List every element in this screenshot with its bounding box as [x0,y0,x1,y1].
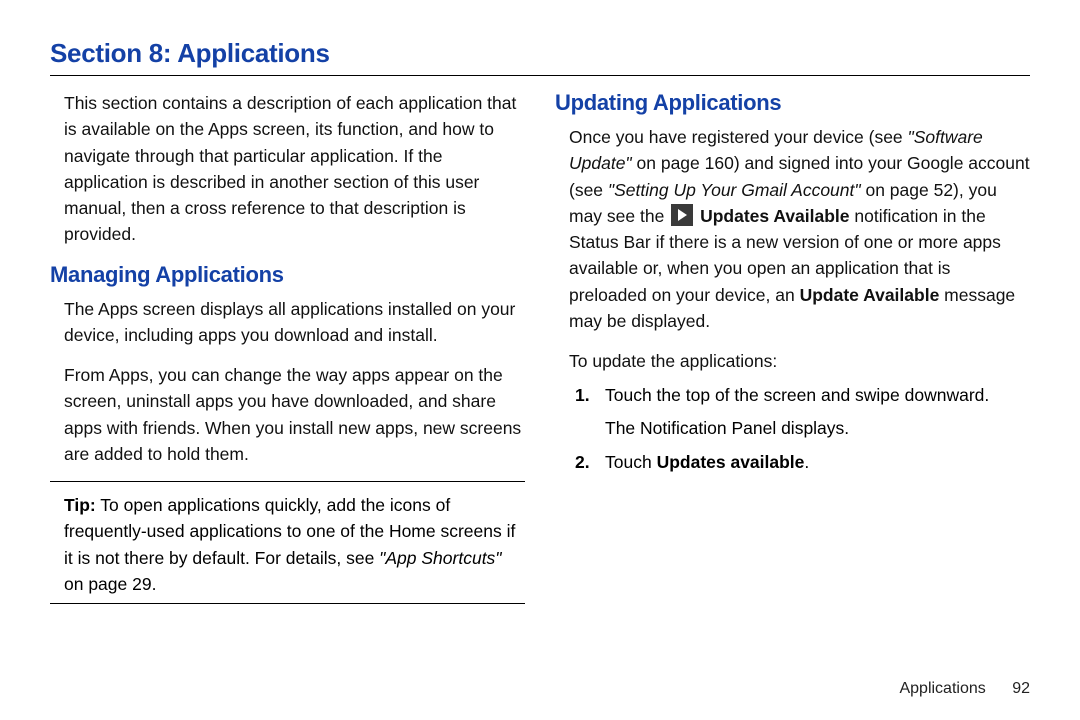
updating-p1-ref2: "Setting Up Your Gmail Account" [608,180,861,200]
updating-paragraph-1: Once you have registered your device (se… [555,124,1030,334]
tip-block: Tip: To open applications quickly, add t… [50,492,525,597]
section-title: Section 8: Applications [50,38,1030,69]
intro-paragraph: This section contains a description of e… [50,90,525,248]
page-footer: Applications 92 [899,680,1030,698]
two-column-layout: This section contains a description of e… [50,90,1030,614]
play-store-icon [671,204,693,226]
step2-b: . [804,452,809,472]
section-divider [50,75,1030,76]
tip-label: Tip: [64,495,96,515]
managing-applications-heading: Managing Applications [50,262,525,288]
tip-reference: "App Shortcuts" [379,548,501,568]
tip-divider-bottom [50,603,525,604]
left-column: This section contains a description of e… [50,90,525,614]
footer-chapter: Applications [899,680,985,697]
updating-applications-heading: Updating Applications [555,90,1030,116]
updating-p1-bold1: Updates Available [700,206,849,226]
step2-a: Touch [605,452,657,472]
managing-paragraph-1: The Apps screen displays all application… [50,296,525,349]
update-steps-list: Touch the top of the screen and swipe do… [575,382,1030,475]
right-column: Updating Applications Once you have regi… [555,90,1030,614]
managing-paragraph-2: From Apps, you can change the way apps a… [50,362,525,467]
updating-p1-a: Once you have registered your device (se… [569,127,908,147]
tip-text-2: on page 29. [64,574,156,594]
update-step-1: Touch the top of the screen and swipe do… [575,382,1030,441]
updating-p1-bold2: Update Available [800,285,940,305]
step1-subtext: The Notification Panel displays. [605,415,1030,441]
step2-bold: Updates available [657,452,805,472]
tip-divider-top [50,481,525,482]
updating-paragraph-2: To update the applications: [555,348,1030,374]
footer-page-number: 92 [1012,680,1030,697]
step1-text: Touch the top of the screen and swipe do… [605,385,989,405]
update-step-2: Touch Updates available. [575,449,1030,475]
